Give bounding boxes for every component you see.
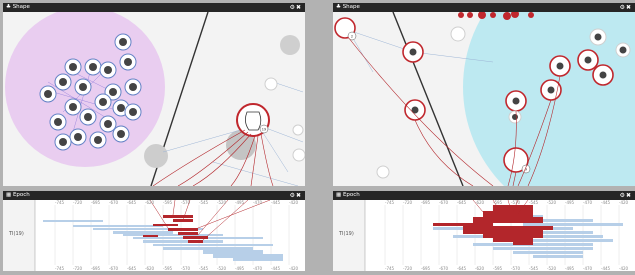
tick-label: -695 [91,200,101,205]
tick-label: -670 [109,266,119,271]
panel-controls[interactable]: ⚙✖ [620,3,632,12]
tick-label: -470 [583,200,593,205]
tick-label: -495 [565,266,575,271]
tick-label: -645 [457,266,467,271]
link-lines [152,129,274,186]
shape-icon: ♣ [336,4,341,10]
right-shape-canvas[interactable]: 2 9 [333,12,635,186]
right-shape-titlebar: ♣ Shape ⚙✖ [333,3,635,12]
left-epoch-titlebar: ▦ Epoch ⚙✖ [3,191,305,200]
tick-label: -495 [235,200,245,205]
tick-label: -445 [271,266,281,271]
tick-label: -745 [55,200,65,205]
tick-label: -745 [385,266,395,271]
right-epoch-title: Epoch [342,192,360,198]
right-epoch-timeline[interactable]: -745 -720 -695 -670 -645 -620 -595 -570 … [333,200,635,271]
left-shape-title: Shape [12,4,30,10]
left-shape-panel: ♣ Shape ⚙✖ 19 [3,3,305,186]
tick-label: -720 [73,266,83,271]
tick-label: -620 [145,200,155,205]
right-shape-title: Shape [342,4,360,10]
panel-controls[interactable]: ⚙✖ [290,3,302,12]
tick-label: -645 [127,200,137,205]
tick-label: -420 [619,266,629,271]
small-vase-node [292,148,305,162]
tick-label: -570 [181,266,191,271]
tick-label: -420 [619,200,629,205]
tick-label: -495 [235,266,245,271]
tick-label: -670 [439,266,449,271]
left-shape-titlebar: ♣ Shape ⚙✖ [3,3,305,12]
right-shape-panel: ♣ Shape ⚙✖ 2 9 [333,3,635,186]
tick-label: -620 [475,266,485,271]
tick-label: -670 [439,200,449,205]
calendar-icon: ▦ [6,192,12,198]
left-epoch-timeline[interactable]: -745 -720 -695 -670 -645 -620 -595 -570 … [3,200,305,271]
tick-label: -695 [421,200,431,205]
grey-node [280,35,300,55]
tick-label: -645 [127,266,137,271]
tick-label: -570 [181,200,191,205]
tick-label: -570 [511,266,521,271]
tick-label: -595 [163,200,173,205]
tick-label: -420 [289,200,299,205]
tick-label: -520 [547,266,557,271]
tick-label: -695 [91,266,101,271]
tick-label: -545 [199,266,209,271]
tick-label: -445 [271,200,281,205]
tick-label: -570 [511,200,521,205]
tick-label: -520 [547,200,557,205]
tick-label: -670 [109,200,119,205]
small-vase-node [264,77,278,91]
tick-label: -695 [421,266,431,271]
left-shape-canvas[interactable]: 19 [3,12,305,186]
tick-label: -470 [253,200,263,205]
tick-label: -520 [217,266,227,271]
calendar-icon: ▦ [336,192,342,198]
tick-label: -545 [199,200,209,205]
tick-label: -470 [253,266,263,271]
count-badge-text: 19 [262,128,266,132]
grey-node [144,144,168,168]
tick-label: -720 [403,200,413,205]
tick-label: -445 [601,266,611,271]
tick-label: -470 [583,266,593,271]
left-epoch-title: Epoch [12,192,30,198]
panel-controls[interactable]: ⚙✖ [620,191,632,200]
right-epoch-panel: ▦ Epoch ⚙✖ TI(19) -745 -720 -695 -670 -6… [333,191,635,271]
count-badge-text: 2 [351,35,353,39]
tick-label: -520 [217,200,227,205]
panel-controls[interactable]: ⚙✖ [290,191,302,200]
tick-label: -420 [289,266,299,271]
tick-label: -720 [73,200,83,205]
shape-icon: ♣ [6,4,11,10]
small-vase-node [292,124,304,136]
tick-label: -595 [493,266,503,271]
tick-label: -720 [403,266,413,271]
tick-label: -645 [457,200,467,205]
tick-label: -545 [529,200,539,205]
tick-label: -745 [55,266,65,271]
tick-label: -620 [145,266,155,271]
tick-label: -745 [385,200,395,205]
tick-label: -495 [565,200,575,205]
tick-label: -445 [601,200,611,205]
tick-label: -620 [475,200,485,205]
tick-label: -545 [529,266,539,271]
screen: ♣ Shape ⚙✖ 19 ▦ Epoch ⚙✖ TI(19) -745 -72… [0,0,635,275]
right-epoch-titlebar: ▦ Epoch ⚙✖ [333,191,635,200]
left-epoch-panel: ▦ Epoch ⚙✖ TI(19) -745 -720 -695 -670 -6… [3,191,305,271]
tick-label: -595 [163,266,173,271]
tick-label: -595 [493,200,503,205]
